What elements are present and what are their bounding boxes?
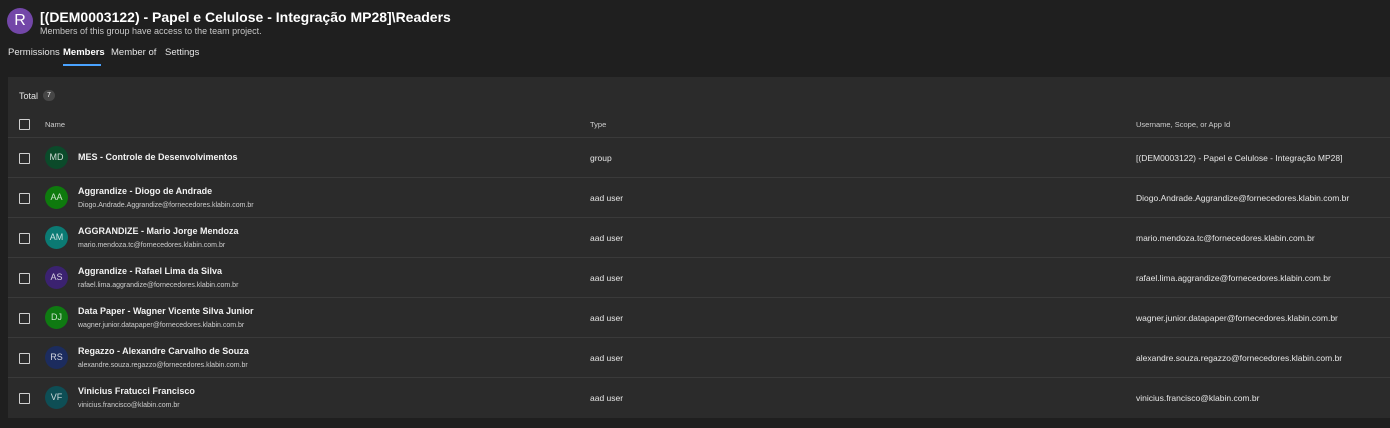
- column-header-username[interactable]: Username, Scope, or App Id: [1136, 120, 1230, 129]
- select-all-checkbox[interactable]: [19, 119, 30, 130]
- total-count-badge: 7: [43, 90, 55, 101]
- member-username: vinicius.francisco@klabin.com.br: [1136, 393, 1260, 403]
- member-username: Diogo.Andrade.Aggrandize@fornecedores.kl…: [1136, 193, 1350, 203]
- member-type: aad user: [590, 193, 624, 203]
- tab-permissions[interactable]: Permissions: [8, 47, 60, 58]
- table-row[interactable]: AA Aggrandize - Diogo de Andrade Diogo.And…: [8, 177, 1390, 218]
- member-name[interactable]: Vinicius Fratucci Francisco: [78, 386, 195, 396]
- table-row[interactable]: RS Regazzo - Alexandre Carvalho de Souza a…: [8, 337, 1390, 378]
- column-header-type[interactable]: Type: [590, 120, 606, 129]
- tab-members[interactable]: Members: [63, 47, 105, 58]
- row-checkbox[interactable]: [19, 353, 30, 364]
- active-tab-indicator: [63, 64, 101, 66]
- member-username: rafael.lima.aggrandize@fornecedores.klab…: [1136, 273, 1331, 283]
- member-name[interactable]: Aggrandize - Rafael Lima da Silva: [78, 266, 222, 276]
- row-checkbox[interactable]: [19, 193, 30, 204]
- member-email: rafael.lima.aggrandize@fornecedores.klab…: [78, 282, 239, 289]
- member-name[interactable]: MES - Controle de Desenvolvimentos: [78, 152, 238, 162]
- member-username: wagner.junior.datapaper@fornecedores.kla…: [1136, 313, 1338, 323]
- avatar: RS: [45, 346, 68, 369]
- member-username: alexandre.souza.regazzo@fornecedores.kla…: [1136, 353, 1343, 363]
- row-checkbox[interactable]: [19, 313, 30, 324]
- avatar: AA: [45, 186, 68, 209]
- member-email: wagner.junior.datapaper@fornecedores.kla…: [78, 322, 245, 329]
- avatar: VF: [45, 386, 68, 409]
- member-email: alexandre.souza.regazzo@fornecedores.kla…: [78, 362, 248, 369]
- members-table: Total 7 Name Type Username, Scope, or Ap…: [8, 77, 1390, 418]
- table-row[interactable]: AM AGGRANDIZE - Mario Jorge Mendoza mario.…: [8, 217, 1390, 258]
- member-email: vinicius.francisco@klabin.com.br: [78, 402, 180, 409]
- row-checkbox[interactable]: [19, 233, 30, 244]
- table-row[interactable]: AS Aggrandize - Rafael Lima da Silva rafae…: [8, 257, 1390, 298]
- avatar: AM: [45, 226, 68, 249]
- row-checkbox[interactable]: [19, 393, 30, 404]
- row-checkbox[interactable]: [19, 273, 30, 284]
- member-type: aad user: [590, 393, 624, 403]
- row-checkbox[interactable]: [19, 153, 30, 164]
- member-email: Diogo.Andrade.Aggrandize@fornecedores.kl…: [78, 202, 254, 209]
- member-name[interactable]: AGGRANDIZE - Mario Jorge Mendoza: [78, 226, 239, 236]
- group-avatar: R: [7, 8, 33, 34]
- avatar: MD: [45, 146, 68, 169]
- column-header-name[interactable]: Name: [45, 120, 65, 129]
- tab-settings[interactable]: Settings: [165, 47, 199, 58]
- table-row[interactable]: MD MES - Controle de Desenvolvimentos grou…: [8, 137, 1390, 178]
- member-email: mario.mendoza.tc@fornecedores.klabin.com…: [78, 242, 226, 249]
- member-username: mario.mendoza.tc@fornecedores.klabin.com…: [1136, 233, 1315, 243]
- member-type: aad user: [590, 313, 624, 323]
- member-name[interactable]: Regazzo - Alexandre Carvalho de Souza: [78, 346, 249, 356]
- member-type: aad user: [590, 273, 624, 283]
- member-username: [(DEM0003122) - Papel e Celulose - Integ…: [1136, 153, 1343, 163]
- page-subtitle: Members of this group have access to the…: [40, 26, 262, 36]
- tab-member-of[interactable]: Member of: [111, 47, 156, 58]
- avatar: AS: [45, 266, 68, 289]
- member-name[interactable]: Data Paper - Wagner Vicente Silva Junior: [78, 306, 254, 316]
- total-label: Total: [19, 91, 39, 101]
- member-type: group: [590, 153, 612, 163]
- page-header: R [(DEM0003122) - Papel e Celulose - Int…: [0, 0, 1390, 70]
- table-row[interactable]: VF Vinicius Fratucci Francisco vinicius.fr…: [8, 377, 1390, 418]
- avatar: DJ: [45, 306, 68, 329]
- member-type: aad user: [590, 233, 624, 243]
- member-type: aad user: [590, 353, 624, 363]
- table-row[interactable]: DJ Data Paper - Wagner Vicente Silva Juni…: [8, 297, 1390, 338]
- member-name[interactable]: Aggrandize - Diogo de Andrade: [78, 186, 212, 196]
- page-title: [(DEM0003122) - Papel e Celulose - Integ…: [40, 9, 451, 25]
